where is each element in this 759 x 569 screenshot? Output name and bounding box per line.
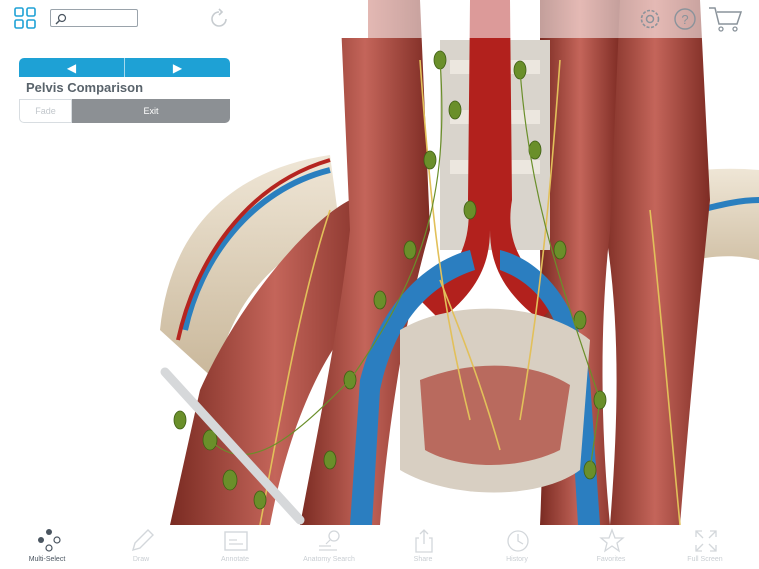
help-icon[interactable]: ? <box>673 7 697 36</box>
tool-label: Share <box>413 556 433 563</box>
triangle-right-icon: ▶ <box>172 60 183 75</box>
next-button[interactable]: ▶ <box>125 58 230 77</box>
tool-label: Anatomy Search <box>303 556 355 563</box>
anatomy-search-icon <box>319 530 340 551</box>
tool-favorites[interactable]: Favorites <box>564 525 658 569</box>
triangle-left-icon: ◀ <box>66 60 77 75</box>
cart-icon[interactable] <box>708 6 743 37</box>
full-screen-icon <box>695 530 717 552</box>
gear-icon[interactable] <box>638 7 662 36</box>
previous-button[interactable]: ◀ <box>19 58 124 77</box>
tool-draw[interactable]: Draw <box>94 525 188 569</box>
history-icon <box>507 530 529 552</box>
bottom-toolbar: Multi-Select Draw Annotate Anatomy Searc… <box>0 525 759 569</box>
share-icon <box>415 529 433 553</box>
tool-label: Multi-Select <box>28 556 66 563</box>
search-input[interactable] <box>50 9 138 27</box>
tool-anatomy-search[interactable]: Anatomy Search <box>282 525 376 569</box>
comparison-panel: ◀ ▶ Pelvis Comparison Fade Exit <box>19 58 230 124</box>
multi-select-icon <box>38 529 61 552</box>
tool-full-screen[interactable]: Full Screen <box>658 525 752 569</box>
annotate-icon <box>224 531 248 551</box>
tool-label: Draw <box>132 556 150 563</box>
tool-label: Annotate <box>220 556 250 563</box>
tool-label: Favorites <box>596 556 626 563</box>
search-icon <box>55 12 67 30</box>
panel-title: Pelvis Comparison <box>26 80 144 95</box>
tool-label: History <box>506 556 528 563</box>
fade-button[interactable]: Fade <box>19 99 72 123</box>
panel-actions: Fade Exit <box>19 99 230 123</box>
grid-menu-icon[interactable] <box>14 7 36 34</box>
reset-rotate-icon[interactable] <box>208 8 230 35</box>
comparison-nav: ◀ ▶ <box>19 58 230 77</box>
top-bar: ? <box>0 0 759 38</box>
pencil-icon <box>131 529 154 552</box>
tool-share[interactable]: Share <box>376 525 470 569</box>
tool-annotate[interactable]: Annotate <box>188 525 282 569</box>
star-icon <box>599 528 625 553</box>
tool-multi-select[interactable]: Multi-Select <box>0 525 94 569</box>
tool-label: Full Screen <box>687 556 723 563</box>
exit-button[interactable]: Exit <box>72 99 230 123</box>
tool-history[interactable]: History <box>470 525 564 569</box>
nav-divider <box>124 58 125 77</box>
svg-text:?: ? <box>681 12 688 27</box>
